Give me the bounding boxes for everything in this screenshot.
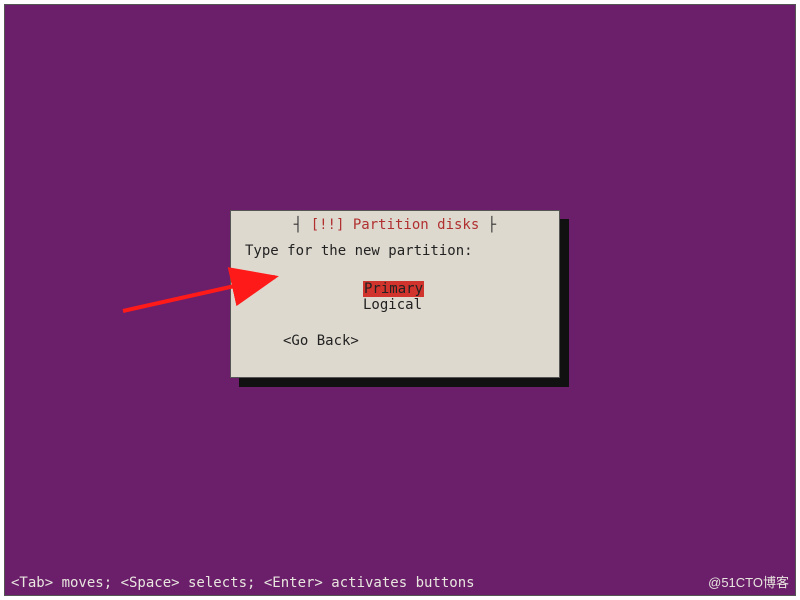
partition-type-options: Primary Logical (363, 281, 424, 313)
dialog-prompt: Type for the new partition: (245, 243, 473, 259)
dialog-title-prefix: [!!] (311, 217, 345, 233)
option-primary[interactable]: Primary (363, 281, 424, 297)
option-logical[interactable]: Logical (363, 297, 424, 313)
dialog-title-row: ┤ [!!] Partition disks ├ (231, 217, 559, 233)
title-dash-left: ┤ (294, 217, 311, 233)
title-dash-right: ├ (479, 217, 496, 233)
go-back-button[interactable]: <Go Back> (283, 333, 359, 349)
dialog-title: Partition disks (353, 217, 479, 233)
help-bar: <Tab> moves; <Space> selects; <Enter> ac… (11, 575, 789, 591)
partition-type-dialog: ┤ [!!] Partition disks ├ Type for the ne… (230, 210, 560, 378)
help-text: <Tab> moves; <Space> selects; <Enter> ac… (11, 575, 475, 591)
watermark: @51CTO博客 (708, 576, 789, 591)
installer-screen: ┤ [!!] Partition disks ├ Type for the ne… (4, 4, 796, 596)
